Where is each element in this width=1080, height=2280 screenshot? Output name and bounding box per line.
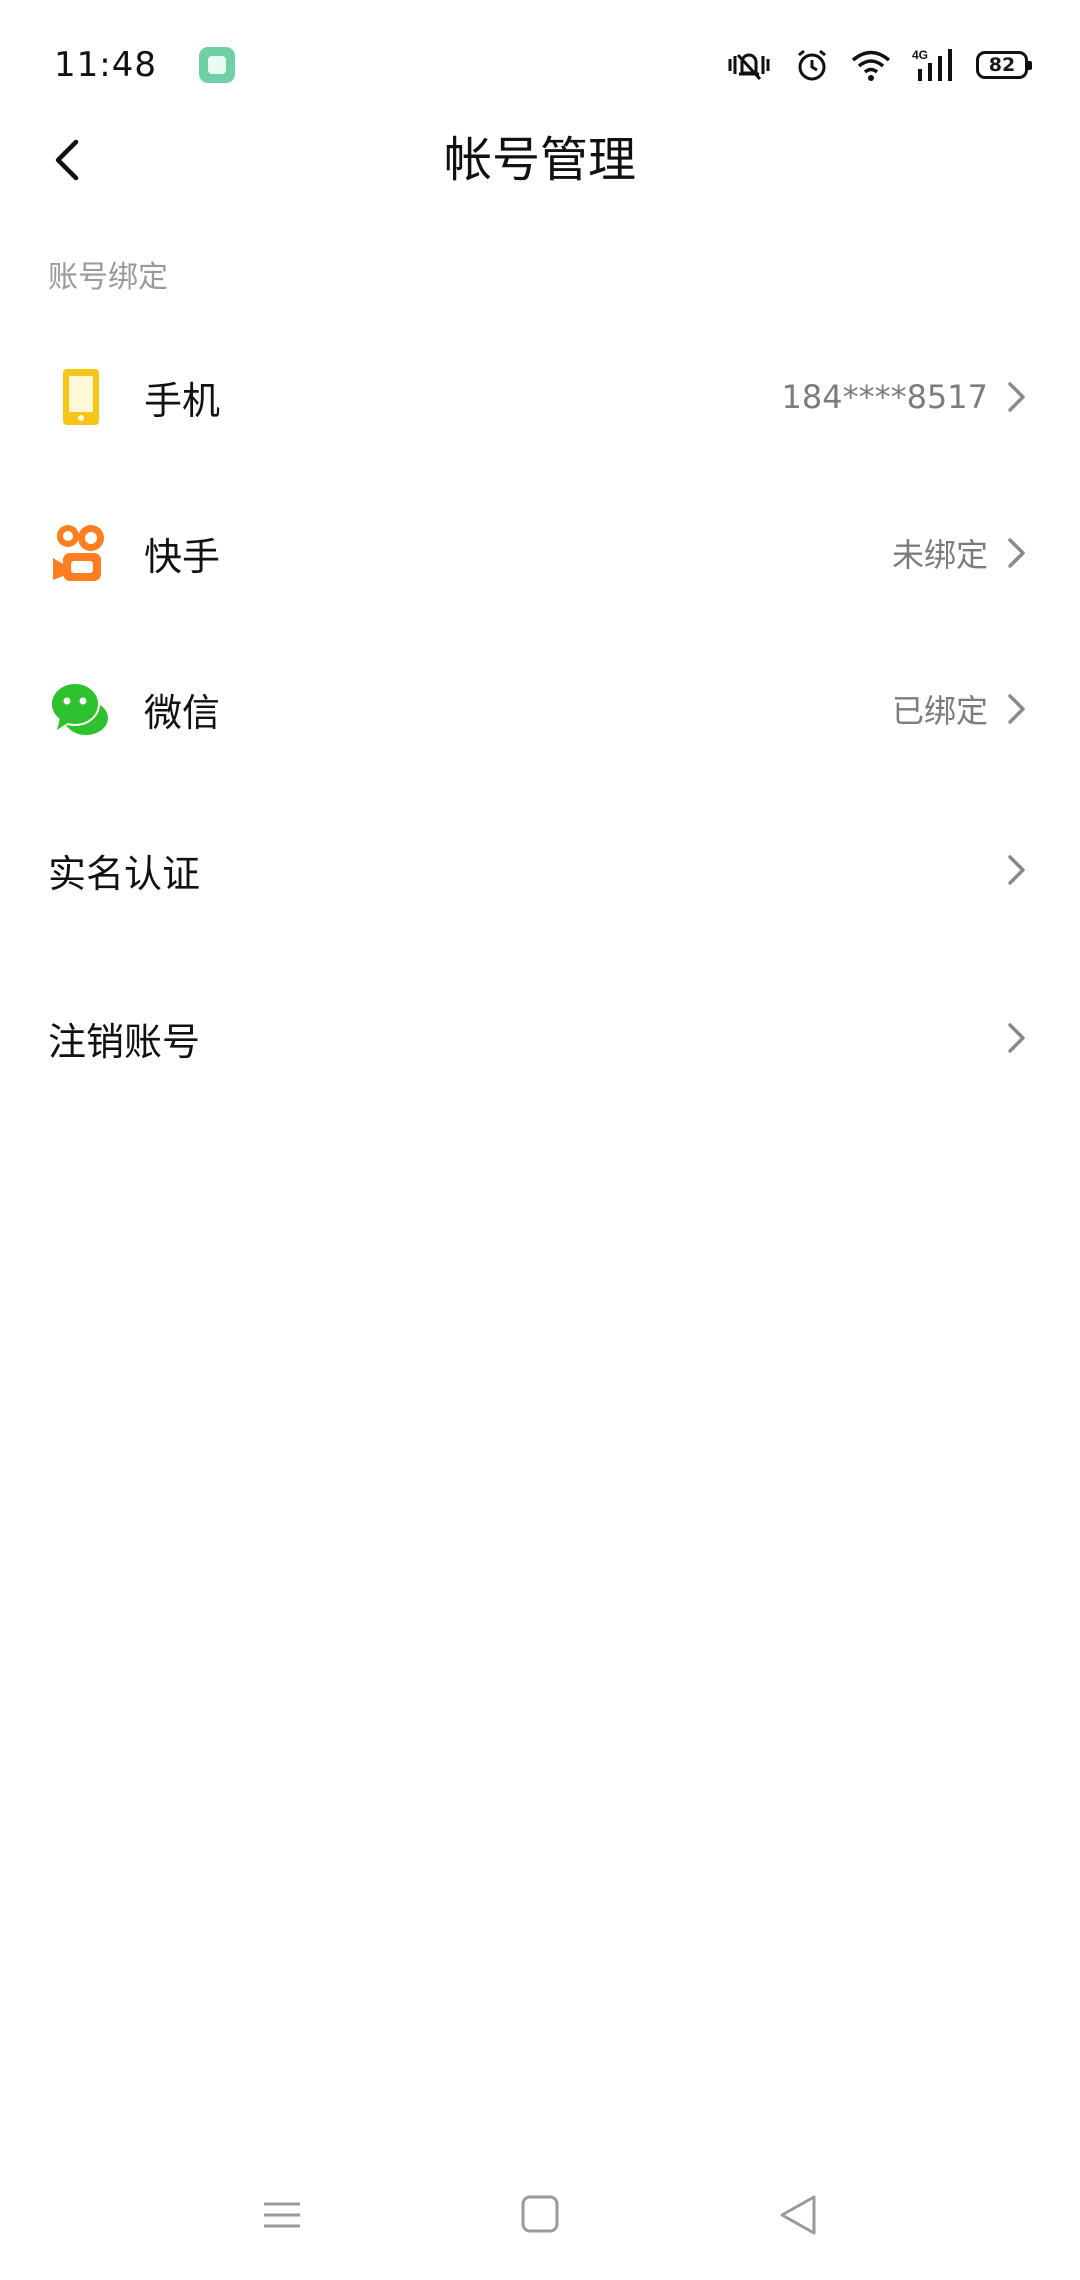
chevron-right-icon bbox=[1002, 850, 1032, 890]
status-icons: 4G 82 bbox=[724, 47, 1032, 83]
vibrate-icon bbox=[724, 47, 774, 83]
chevron-right-icon bbox=[1002, 1018, 1032, 1058]
section-label: 账号绑定 bbox=[48, 260, 168, 295]
settings-label: 实名认证 bbox=[48, 851, 201, 896]
home-icon bbox=[521, 2195, 559, 2233]
account-management-screen: 11:48 4G 82 帐号管理 账号绑定 手机 184****8517 快手 … bbox=[0, 0, 1080, 2280]
signal-icon: 4G bbox=[912, 47, 956, 83]
binding-label: 快手 bbox=[144, 534, 221, 579]
real-name-verification-row[interactable]: 实名认证 bbox=[0, 795, 1080, 945]
alarm-icon bbox=[794, 47, 830, 83]
system-back-button[interactable] bbox=[768, 2190, 828, 2240]
delete-account-row[interactable]: 注销账号 bbox=[0, 963, 1080, 1113]
binding-label: 手机 bbox=[144, 378, 221, 423]
system-navigation-bar bbox=[0, 2170, 1080, 2260]
status-bar: 11:48 4G 82 bbox=[0, 0, 1080, 130]
svg-text:4G: 4G bbox=[912, 48, 928, 62]
binding-row-kuaishou[interactable]: 快手 未绑定 bbox=[0, 478, 1080, 628]
chevron-right-icon bbox=[1002, 533, 1032, 573]
menu-icon bbox=[264, 2202, 300, 2228]
battery-icon: 82 bbox=[976, 51, 1032, 79]
nav-bar: 帐号管理 bbox=[0, 120, 1080, 200]
binding-row-wechat[interactable]: 微信 已绑定 bbox=[0, 634, 1080, 784]
binding-value: 184****8517 bbox=[781, 378, 988, 416]
binding-row-phone[interactable]: 手机 184****8517 bbox=[0, 322, 1080, 472]
wechat-icon bbox=[48, 676, 114, 742]
home-button[interactable] bbox=[510, 2190, 570, 2240]
menu-button[interactable] bbox=[252, 2190, 312, 2240]
app-notification-icon bbox=[198, 47, 235, 83]
kuaishou-icon bbox=[48, 520, 114, 586]
status-time: 11:48 bbox=[54, 45, 157, 85]
binding-value: 已绑定 bbox=[891, 692, 988, 730]
phone-icon bbox=[48, 364, 114, 430]
page-title: 帐号管理 bbox=[443, 132, 636, 188]
chevron-right-icon bbox=[1002, 689, 1032, 729]
binding-label: 微信 bbox=[144, 690, 221, 735]
back-icon bbox=[780, 2195, 816, 2235]
binding-value: 未绑定 bbox=[891, 536, 988, 574]
settings-label: 注销账号 bbox=[48, 1019, 201, 1064]
wifi-icon bbox=[850, 48, 892, 82]
chevron-right-icon bbox=[1002, 377, 1032, 417]
